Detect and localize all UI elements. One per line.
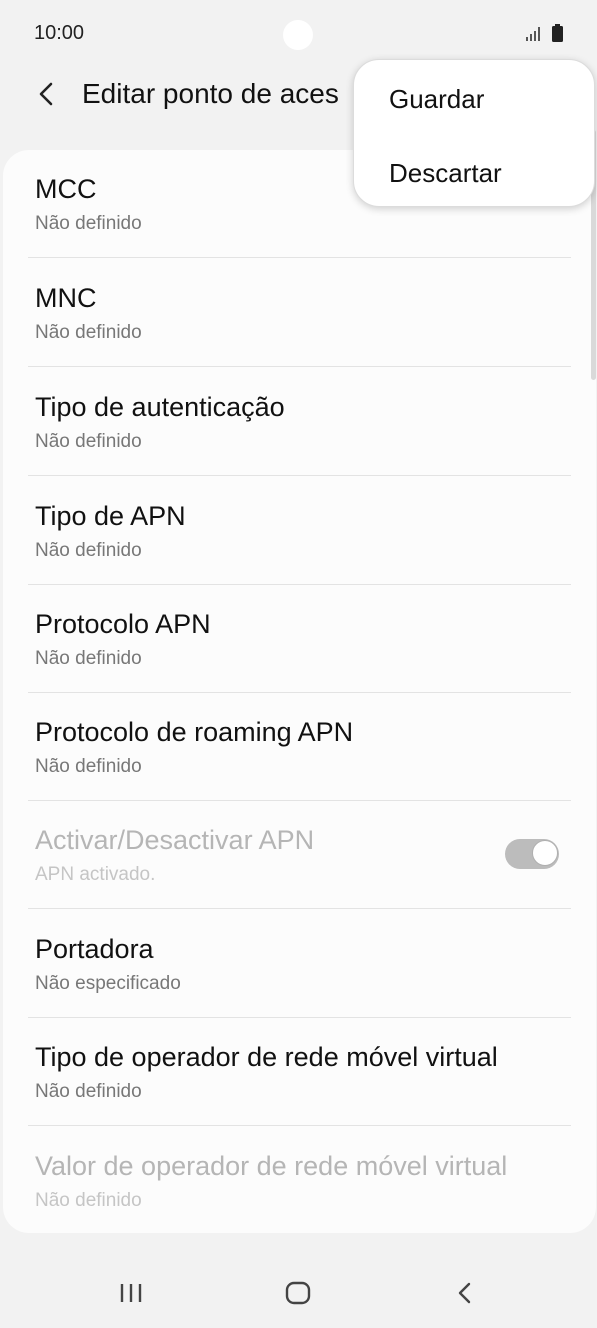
setting-title: Activar/Desactivar APN <box>35 825 315 855</box>
setting-row-apn-protocol[interactable]: Protocolo APN Não definido <box>3 585 596 693</box>
setting-row-bearer[interactable]: Portadora Não especificado <box>3 910 596 1018</box>
setting-value: Não definido <box>35 213 142 234</box>
setting-title: Tipo de APN <box>35 501 186 531</box>
setting-title: Tipo de operador de rede móvel virtual <box>35 1042 498 1072</box>
recent-apps-icon[interactable] <box>119 1280 143 1306</box>
divider <box>28 1125 571 1126</box>
setting-value: APN activado. <box>35 864 156 885</box>
menu-item-label: Guardar <box>389 84 485 114</box>
front-camera <box>283 20 313 50</box>
overflow-menu: Guardar Descartar <box>353 59 595 207</box>
setting-row-mnc[interactable]: MNC Não definido <box>3 259 596 367</box>
status-time: 10:00 <box>34 22 85 44</box>
setting-title: MNC <box>35 283 97 313</box>
menu-item-label: Descartar <box>389 158 502 188</box>
setting-title: Protocolo APN <box>35 609 211 639</box>
setting-row-apn-roaming-protocol[interactable]: Protocolo de roaming APN Não definido <box>3 693 596 801</box>
page-title: Editar ponto de aces <box>82 78 339 109</box>
setting-value: Não definido <box>35 540 142 561</box>
setting-value: Não especificado <box>35 973 181 994</box>
setting-value: Não definido <box>35 322 142 343</box>
setting-row-auth-type[interactable]: Tipo de autenticação Não definido <box>3 368 596 476</box>
setting-title: Portadora <box>35 934 154 964</box>
setting-row-apn-type[interactable]: Tipo de APN Não definido <box>3 477 596 585</box>
back-arrow-icon[interactable] <box>34 80 58 108</box>
apn-enable-toggle <box>505 839 559 869</box>
setting-value: Não definido <box>35 648 142 669</box>
setting-value: Não definido <box>35 1190 142 1211</box>
menu-item-save[interactable]: Guardar <box>354 62 594 136</box>
setting-value: Não definido <box>35 756 142 777</box>
setting-value: Não definido <box>35 1081 142 1102</box>
divider <box>28 366 571 367</box>
setting-row-mvno-value: Valor de operador de rede móvel virtual … <box>3 1127 596 1233</box>
battery-icon <box>552 24 563 42</box>
setting-title: Valor de operador de rede móvel virtual <box>35 1151 508 1181</box>
setting-row-mvno-type[interactable]: Tipo de operador de rede móvel virtual N… <box>3 1018 596 1126</box>
divider <box>28 475 571 476</box>
setting-title: Tipo de autenticação <box>35 392 285 422</box>
setting-row-apn-enable: Activar/Desactivar APN APN activado. <box>3 801 596 909</box>
menu-item-discard[interactable]: Descartar <box>354 136 594 210</box>
nav-back-icon[interactable] <box>454 1280 476 1306</box>
divider <box>28 908 571 909</box>
setting-value: Não definido <box>35 431 142 452</box>
navigation-bar <box>0 1258 597 1328</box>
setting-title: Protocolo de roaming APN <box>35 717 354 747</box>
home-icon[interactable] <box>284 1280 312 1306</box>
toggle-knob <box>532 840 558 866</box>
phone-screen: 10:00 Editar ponto de aces MCC Não defin… <box>0 0 597 1328</box>
divider <box>28 257 571 258</box>
setting-title: MCC <box>35 174 97 204</box>
settings-list: MCC Não definido MNC Não definido Tipo d… <box>3 150 596 1233</box>
signal-icon <box>526 27 540 41</box>
